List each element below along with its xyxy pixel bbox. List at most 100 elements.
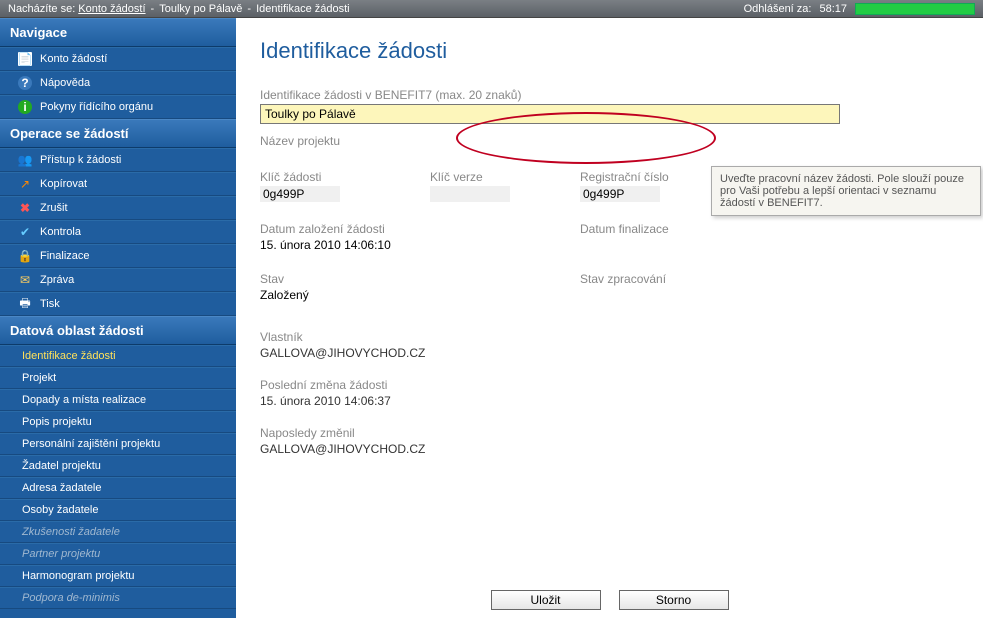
ident-field-row: Identifikace žádosti v BENEFIT7 (max. 20… <box>260 88 959 124</box>
nav-item-label: Zkušenosti žadatele <box>22 526 120 538</box>
ident-label: Identifikace žádosti v BENEFIT7 (max. 20… <box>260 88 959 102</box>
users-icon: 👥 <box>18 153 32 167</box>
nav-item-label: Přístup k žádosti <box>40 154 121 166</box>
nav-item-label: Partner projektu <box>22 548 100 560</box>
tooltip: Uveďte pracovní název žádosti. Pole slou… <box>711 166 981 216</box>
lock-icon: 🔒 <box>18 249 32 263</box>
cancel-icon: ✖ <box>18 201 32 215</box>
cancel-button[interactable]: Storno <box>619 590 729 610</box>
top-bar: Nacházíte se: Konto žádostí - Toulky po … <box>0 0 983 18</box>
project-name-label: Název projektu <box>260 134 959 148</box>
breadcrumb-link-konto[interactable]: Konto žádostí <box>78 3 145 15</box>
nav-item-label: Žadatel projektu <box>22 460 101 472</box>
state-value: Založený <box>260 288 560 302</box>
nav-item-label: Zrušit <box>40 202 68 214</box>
nav-item-zprava[interactable]: ✉ Zpráva <box>0 268 236 292</box>
version-value <box>430 186 560 202</box>
account-icon: 📄 <box>18 52 32 66</box>
owner-value: GALLOVA@JIHOVYCHOD.CZ <box>260 346 959 360</box>
nav-item-kopirovat[interactable]: ↗ Kopírovat <box>0 172 236 196</box>
nav-item-napoveda[interactable]: ? Nápověda <box>0 71 236 95</box>
processing-label: Stav zpracování <box>580 272 959 286</box>
help-icon: ? <box>18 76 32 90</box>
breadcrumb-sep: - <box>151 3 155 15</box>
nav-header-navigace: Navigace <box>0 18 236 47</box>
save-button[interactable]: Uložit <box>491 590 601 610</box>
nav-item-label: Tisk <box>40 298 60 310</box>
nav-item-konto-zadosti[interactable]: 📄 Konto žádostí <box>0 47 236 71</box>
nav-item-label: Harmonogram projektu <box>22 570 135 582</box>
nav-item-identifikace-zadosti[interactable]: Identifikace žádosti <box>0 345 236 367</box>
processing-value <box>580 288 959 302</box>
version-label: Klíč verze <box>430 170 560 184</box>
breadcrumb-sep: - <box>247 3 251 15</box>
nav-item-harmonogram[interactable]: Harmonogram projektu <box>0 565 236 587</box>
created-value: 15. února 2010 14:06:10 <box>260 238 560 252</box>
project-name-row: Název projektu <box>260 134 959 148</box>
nav-item-popis-projektu[interactable]: Popis projektu <box>0 411 236 433</box>
changedby-label: Naposledy změnil <box>260 426 959 440</box>
nav-item-partner[interactable]: Partner projektu <box>0 543 236 565</box>
nav-item-zrusit[interactable]: ✖ Zrušit <box>0 196 236 220</box>
nav-item-label: Finalizace <box>40 250 90 262</box>
nav-item-kontrola[interactable]: ✔ Kontrola <box>0 220 236 244</box>
app-window: Nacházíte se: Konto žádostí - Toulky po … <box>0 0 983 618</box>
page-title: Identifikace žádosti <box>260 38 959 64</box>
ident-input[interactable] <box>260 104 840 124</box>
breadcrumb-item-page: Identifikace žádosti <box>256 3 350 15</box>
logout-timer: Odhlášení za: 58:17 <box>744 3 975 15</box>
changedby-value: GALLOVA@JIHOVYCHOD.CZ <box>260 442 959 456</box>
nav-item-projekt[interactable]: Projekt <box>0 367 236 389</box>
nav-item-pristup[interactable]: 👥 Přístup k žádosti <box>0 148 236 172</box>
nav-item-label: Kopírovat <box>40 178 87 190</box>
lastchange-block: Poslední změna žádosti 15. února 2010 14… <box>260 378 959 408</box>
key-label: Klíč žádosti <box>260 170 410 184</box>
nav-item-label: Projekt <box>22 372 56 384</box>
nav-item-pokyny[interactable]: i Pokyny řídícího orgánu <box>0 95 236 119</box>
tooltip-text: Uveďte pracovní název žádosti. Pole slou… <box>720 173 964 209</box>
nav-item-zadatel[interactable]: Žadatel projektu <box>0 455 236 477</box>
lastchange-label: Poslední změna žádosti <box>260 378 959 392</box>
nav-header-operace: Operace se žádostí <box>0 119 236 148</box>
check-icon: ✔ <box>18 225 32 239</box>
nav-item-label: Kontrola <box>40 226 81 238</box>
nav-item-label: Zpráva <box>40 274 74 286</box>
breadcrumb-prefix: Nacházíte se: <box>8 3 75 15</box>
info-icon: i <box>18 100 32 114</box>
nav-item-personalni[interactable]: Personální zajištění projektu <box>0 433 236 455</box>
state-label: Stav <box>260 272 560 286</box>
button-row: Uložit Storno <box>491 590 729 610</box>
nav-item-adresa[interactable]: Adresa žadatele <box>0 477 236 499</box>
copy-icon: ↗ <box>18 177 32 191</box>
content-area: Identifikace žádosti Identifikace žádost… <box>236 18 983 618</box>
owner-label: Vlastník <box>260 330 959 344</box>
nav-item-label: Identifikace žádosti <box>22 350 116 362</box>
logout-label: Odhlášení za: <box>744 3 812 15</box>
nav-item-podpora[interactable]: Podpora de-minimis <box>0 587 236 609</box>
nav-item-zkusenosti[interactable]: Zkušenosti žadatele <box>0 521 236 543</box>
mail-icon: ✉ <box>18 273 32 287</box>
nav-item-finalizace[interactable]: 🔒 Finalizace <box>0 244 236 268</box>
nav-item-label: Podpora de-minimis <box>22 592 120 604</box>
nav-item-label: Pokyny řídícího orgánu <box>40 101 153 113</box>
breadcrumb: Nacházíte se: Konto žádostí - Toulky po … <box>8 3 350 15</box>
lastchange-value: 15. února 2010 14:06:37 <box>260 394 959 408</box>
nav-item-osoby[interactable]: Osoby žadatele <box>0 499 236 521</box>
nav-item-label: Adresa žadatele <box>22 482 102 494</box>
main-layout: Navigace 📄 Konto žádostí ? Nápověda i Po… <box>0 18 983 618</box>
nav-item-label: Popis projektu <box>22 416 92 428</box>
nav-item-label: Dopady a místa realizace <box>22 394 146 406</box>
key-value: 0g499P <box>260 186 410 202</box>
nav-item-tisk[interactable]: 🖶 Tisk <box>0 292 236 316</box>
sidebar: Navigace 📄 Konto žádostí ? Nápověda i Po… <box>0 18 236 618</box>
nav-item-dopady[interactable]: Dopady a místa realizace <box>0 389 236 411</box>
logout-time: 58:17 <box>819 3 847 15</box>
nav-item-label: Konto žádostí <box>40 53 107 65</box>
print-icon: 🖶 <box>18 297 32 311</box>
nav-item-label: Nápověda <box>40 77 90 89</box>
owner-block: Vlastník GALLOVA@JIHOVYCHOD.CZ <box>260 330 959 360</box>
nav-item-label: Personální zajištění projektu <box>22 438 160 450</box>
final-label: Datum finalizace <box>580 222 959 236</box>
nav-header-datova-oblast: Datová oblast žádosti <box>0 316 236 345</box>
created-label: Datum založení žádosti <box>260 222 560 236</box>
